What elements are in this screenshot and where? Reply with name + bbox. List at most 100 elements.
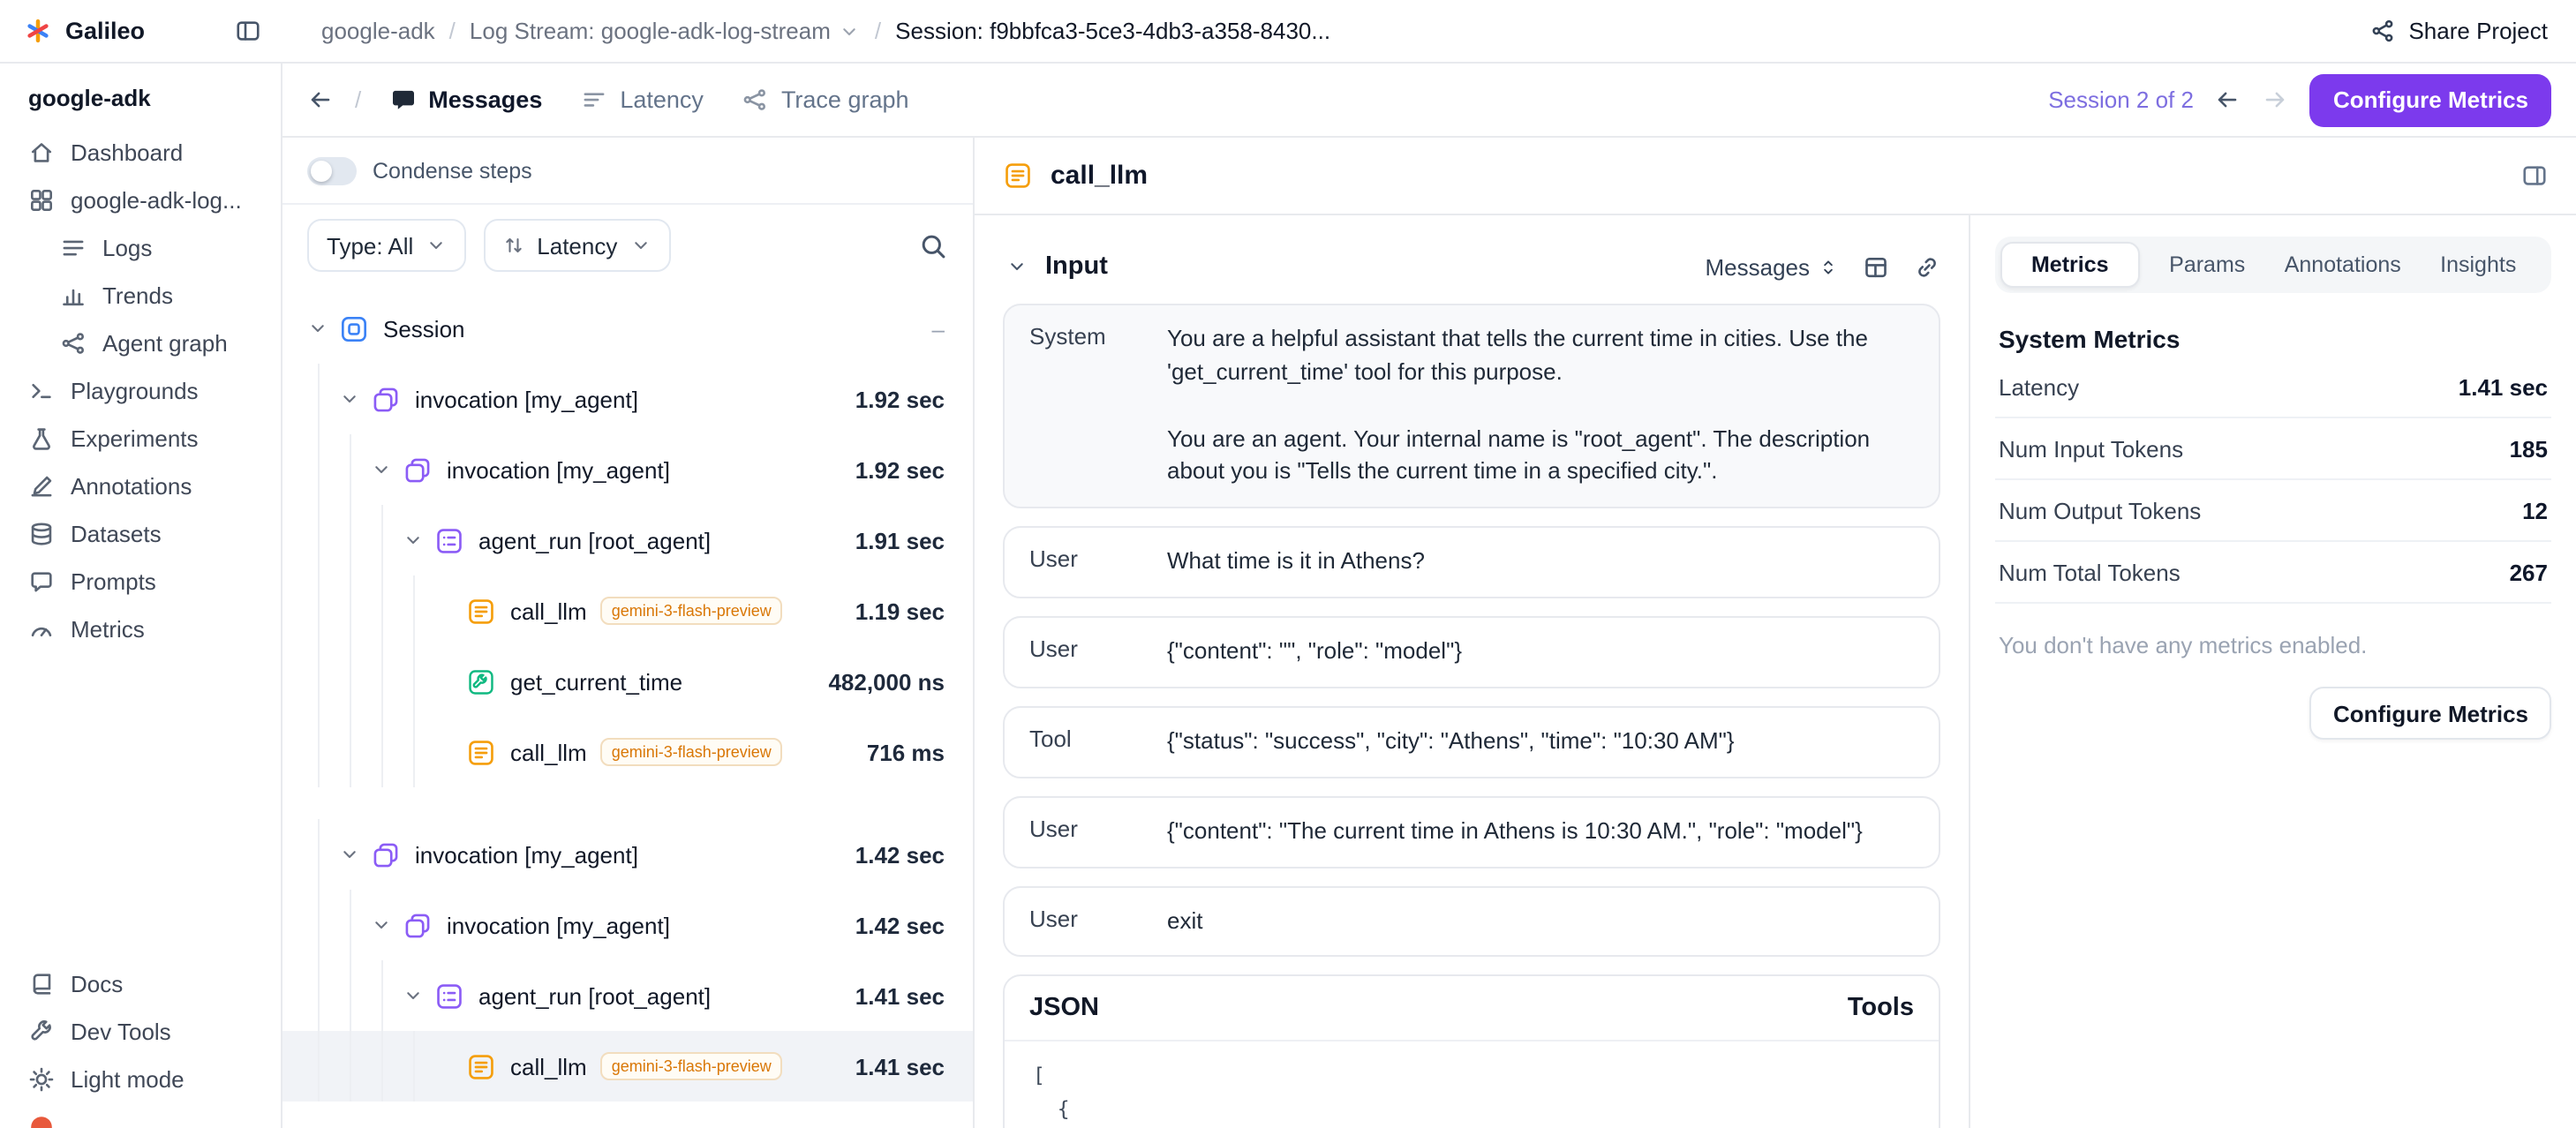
llm-node-icon <box>466 1051 496 1081</box>
breadcrumb-project[interactable]: google-adk <box>321 18 435 44</box>
previous-session-button[interactable] <box>2215 86 2241 113</box>
sidebar-item-playgrounds[interactable]: Playgrounds <box>18 367 263 415</box>
sidebar-item-docs[interactable]: Docs <box>18 960 263 1008</box>
chevron-down-icon <box>367 459 395 480</box>
tools-section-label: Tools <box>1848 995 1914 1023</box>
tab-latency[interactable]: Latency <box>581 86 704 113</box>
trace-node-call-llm[interactable]: call_llmgemini-3-flash-preview1.19 sec <box>282 575 973 646</box>
search-button[interactable] <box>918 230 948 260</box>
sidebar-item-agent-graph[interactable]: Agent graph <box>49 320 263 367</box>
tools-json-header: JSON Tools <box>1005 977 1939 1042</box>
tab-params[interactable]: Params <box>2140 242 2276 288</box>
chevron-down-icon <box>399 985 427 1006</box>
trace-node-call-llm[interactable]: call_llmgemini-3-flash-preview1.41 sec <box>282 1031 973 1102</box>
sort-icon <box>503 235 524 256</box>
avatar-icon <box>28 1114 55 1128</box>
configure-metrics-button[interactable]: Configure Metrics <box>2310 73 2551 126</box>
chevron-down-icon <box>367 914 395 936</box>
table-view-icon[interactable] <box>1863 253 1889 280</box>
json-view-label: JSON <box>1029 995 1099 1023</box>
trace-tree: Session–invocation [my_agent]1.92 secinv… <box>282 286 973 1128</box>
datasets-icon <box>28 521 55 547</box>
chevron-down-icon <box>335 844 364 865</box>
model-badge: gemini-3-flash-preview <box>601 738 782 766</box>
agent-node-icon <box>434 525 464 555</box>
configure-metrics-secondary-button[interactable]: Configure Metrics <box>2310 687 2551 740</box>
filter-row: Type: All Latency <box>282 205 973 286</box>
brand-area: Galileo <box>0 18 282 44</box>
prompts-icon <box>28 568 55 595</box>
lightmode-icon <box>28 1066 55 1093</box>
select-updown-icon <box>1819 257 1838 276</box>
sidebar-item-account[interactable] <box>18 1103 263 1128</box>
sidebar-item-prompts[interactable]: Prompts <box>18 558 263 605</box>
chat-icon <box>389 86 416 113</box>
configure-metrics-wrap: Configure Metrics <box>1995 687 2551 740</box>
trace-node-agent-run-root-agent[interactable]: agent_run [root_agent]1.41 sec <box>282 960 973 1031</box>
tab-messages[interactable]: Messages <box>389 86 542 113</box>
collapse-input-icon[interactable] <box>1003 256 1031 277</box>
trace-node-agent-run-root-agent[interactable]: agent_run [root_agent]1.91 sec <box>282 505 973 575</box>
collapse-panel-icon[interactable] <box>2521 162 2548 189</box>
type-filter-dropdown[interactable]: Type: All <box>307 219 466 272</box>
chevron-down-icon <box>304 318 332 339</box>
tools-json-card: JSON Tools [ { "description": "Returns t… <box>1003 975 1940 1128</box>
session-node-icon <box>339 313 369 343</box>
next-session-button[interactable] <box>2263 86 2289 113</box>
metrics-empty-text: You don't have any metrics enabled. <box>1999 632 2548 658</box>
invocation-node-icon <box>403 910 433 940</box>
share-project-button[interactable]: Share Project <box>2341 18 2576 44</box>
back-button[interactable] <box>307 86 334 113</box>
breadcrumb-session[interactable]: Session: f9bbfca3-5ce3-4db3-a358-8430... <box>895 18 1330 44</box>
tab-annotations[interactable]: Annotations <box>2275 242 2411 288</box>
message-card-system: SystemYou are a helpful assistant that t… <box>1003 304 1940 508</box>
trace-node-session[interactable]: Session– <box>282 293 973 364</box>
sort-filter-dropdown[interactable]: Latency <box>484 219 670 272</box>
sidebar-item-light-mode[interactable]: Light mode <box>18 1056 263 1103</box>
sidebar-item-experiments[interactable]: Experiments <box>18 415 263 462</box>
sidebar-item-google-adk-log[interactable]: google-adk-log... <box>18 177 263 224</box>
toggle-knob <box>311 160 332 181</box>
playgrounds-icon <box>28 378 55 404</box>
sidebar-item-dashboard[interactable]: Dashboard <box>18 129 263 177</box>
input-section-title: Input <box>1045 252 1108 281</box>
sidebar-toggle-icon[interactable] <box>235 18 261 44</box>
invocation-node-icon <box>371 384 401 414</box>
duration-label: 1.41 sec <box>855 982 945 1009</box>
share-icon <box>2369 18 2396 44</box>
breadcrumb-log-stream[interactable]: Log Stream: google-adk-log-stream <box>470 18 861 44</box>
sidebar-item-metrics[interactable]: Metrics <box>18 605 263 653</box>
condense-steps-toggle[interactable] <box>307 156 357 184</box>
sidebar-item-dev-tools[interactable]: Dev Tools <box>18 1008 263 1056</box>
sidebar-item-annotations[interactable]: Annotations <box>18 462 263 510</box>
detail-title: call_llm <box>1051 161 1148 191</box>
llm-node-icon <box>466 737 496 767</box>
duration-label: 1.92 sec <box>855 456 945 483</box>
trace-node-call-llm[interactable]: call_llmgemini-3-flash-preview716 ms <box>282 717 973 787</box>
tab-trace-graph[interactable]: Trace graph <box>742 86 909 113</box>
message-card-user: User{"content": "", "role": "model"} <box>1003 616 1940 688</box>
tab-insights[interactable]: Insights <box>2411 242 2547 288</box>
content-row: Condense steps Type: All Latency <box>282 138 2576 1128</box>
tab-metrics[interactable]: Metrics <box>2000 242 2140 288</box>
duration-label: 1.92 sec <box>855 386 945 412</box>
detail-content: Input Messages Syst <box>975 215 1969 1128</box>
trends-icon <box>60 282 87 309</box>
trace-node-invocation-my-agent[interactable]: invocation [my_agent]1.92 sec <box>282 364 973 434</box>
docs-icon <box>28 971 55 997</box>
session-pagination-label: Session 2 of 2 <box>2048 86 2194 113</box>
trace-node-invocation-my-agent[interactable]: invocation [my_agent]1.92 sec <box>282 434 973 505</box>
duration-label: 1.42 sec <box>855 841 945 868</box>
duration-label: 1.19 sec <box>855 598 945 624</box>
link-icon[interactable] <box>1914 253 1940 280</box>
sidebar-item-logs[interactable]: Logs <box>49 224 263 272</box>
metric-row-num-input-tokens: Num Input Tokens185 <box>1995 418 2551 480</box>
sidebar-item-trends[interactable]: Trends <box>49 272 263 320</box>
trace-node-get-current-time[interactable]: get_current_time482,000 ns <box>282 646 973 717</box>
llm-node-icon <box>466 596 496 626</box>
trace-node-invocation-my-agent[interactable]: invocation [my_agent]1.42 sec <box>282 819 973 890</box>
trace-node-invocation-my-agent[interactable]: invocation [my_agent]1.42 sec <box>282 890 973 960</box>
message-view-selector[interactable]: Messages <box>1706 253 1839 280</box>
sidebar-item-datasets[interactable]: Datasets <box>18 510 263 558</box>
metric-row-latency: Latency1.41 sec <box>1995 357 2551 418</box>
